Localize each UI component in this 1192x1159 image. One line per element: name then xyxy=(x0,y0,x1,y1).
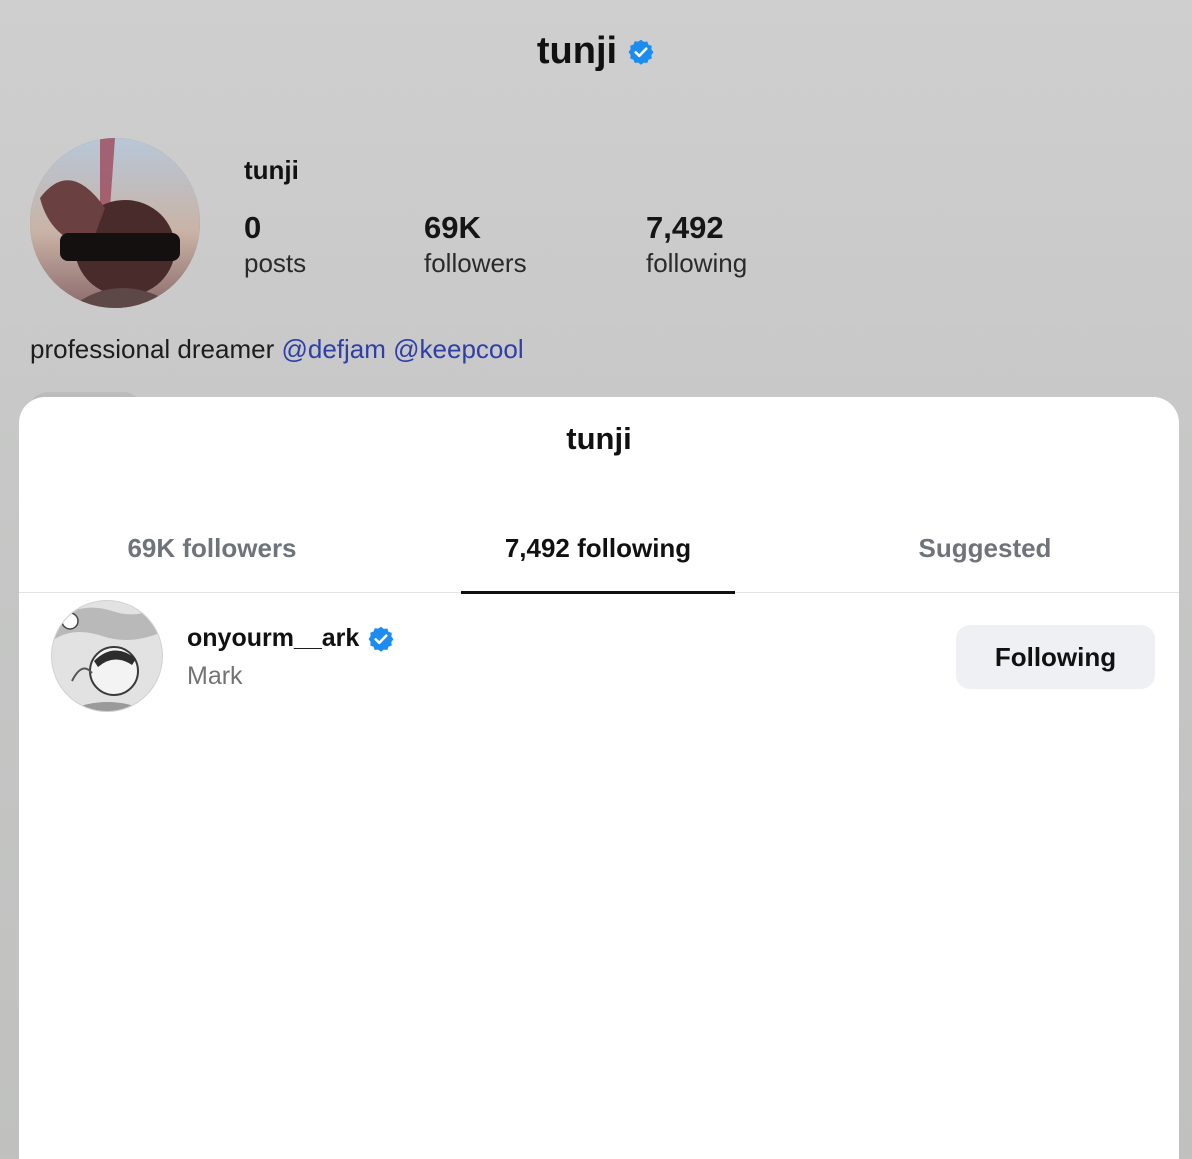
tab-suggested[interactable]: Suggested xyxy=(792,515,1178,593)
bio-text: professional dreamer xyxy=(30,334,275,364)
following-button[interactable]: Following xyxy=(956,625,1155,689)
profile-bio: professional dreamer @defjam @keepcool xyxy=(30,334,524,365)
tab-following[interactable]: 7,492 following xyxy=(461,515,735,594)
profile-header: tunji xyxy=(0,30,1192,73)
stat-value: 0 xyxy=(244,210,262,245)
profile-username: tunji xyxy=(244,155,299,185)
stat-value: 69K xyxy=(424,210,481,245)
profile-avatar[interactable] xyxy=(30,138,200,308)
stat-label: following xyxy=(646,248,748,278)
active-tab-indicator xyxy=(461,591,735,594)
list-item-fullname: Mark xyxy=(187,662,243,690)
sheet-title: tunji xyxy=(566,421,632,456)
verified-badge-icon xyxy=(627,38,655,66)
stat-label: posts xyxy=(244,248,307,278)
following-sheet: tunji 69K followers 7,492 following Sugg… xyxy=(19,397,1179,1159)
avatar[interactable] xyxy=(51,600,163,712)
tab-label: 69K followers xyxy=(127,533,297,563)
tab-followers[interactable]: 69K followers xyxy=(19,515,405,593)
page-title: tunji xyxy=(536,30,618,72)
verified-badge-icon xyxy=(367,625,395,653)
bio-mention-keepcool[interactable]: @keepcool xyxy=(393,334,523,364)
stat-followers[interactable]: 69K followers xyxy=(424,210,527,279)
list-item-username: onyourm__ark xyxy=(187,624,360,652)
list-item[interactable]: onyourm__ark Mark Following xyxy=(19,600,1179,712)
tab-bar: 69K followers 7,492 following Suggested xyxy=(19,515,1179,594)
tab-label: Suggested xyxy=(918,533,1052,563)
stat-posts[interactable]: 0 posts xyxy=(244,210,306,279)
stat-label: followers xyxy=(424,248,527,278)
bio-mention-defjam[interactable]: @defjam xyxy=(281,334,385,364)
stat-following[interactable]: 7,492 following xyxy=(646,210,747,279)
tab-label: 7,492 following xyxy=(504,533,692,563)
stat-value: 7,492 xyxy=(646,210,724,245)
list-item-username-row[interactable]: onyourm__ark xyxy=(187,624,395,653)
